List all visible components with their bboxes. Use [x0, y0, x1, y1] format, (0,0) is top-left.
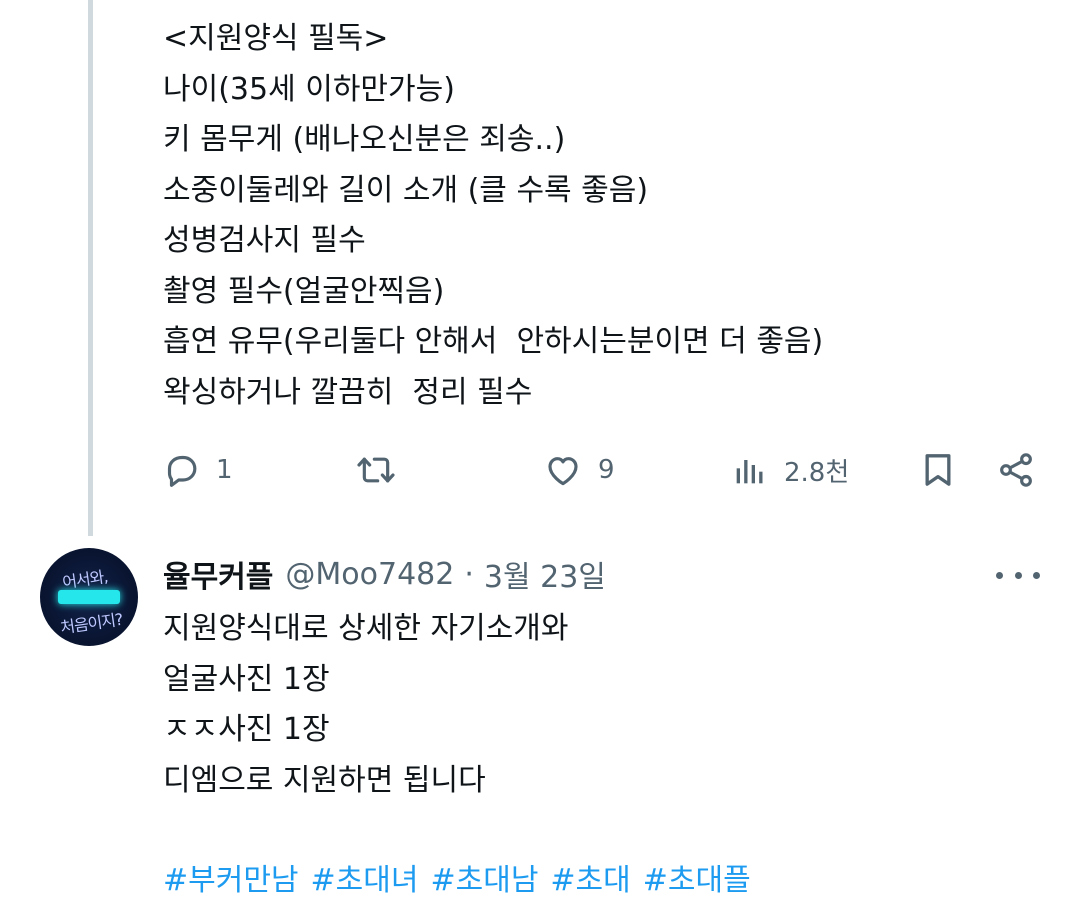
more-dot [996, 571, 1003, 579]
tweet-text: <지원양식 필독> 나이(35세 이하만가능) 키 몸무게 (배나오신분은 죄송… [163, 14, 1043, 418]
tweet-line: 흡연 유무(우리둘다 안해서 안하시는분이면 더 좋음) [163, 324, 824, 359]
tweet-action-bar: 1 9 2.8천 [160, 444, 1050, 496]
tweet-line: 촬영 필수(얼굴안찍음) [163, 273, 445, 309]
avatar[interactable]: 어서와, 처음이지? [40, 548, 138, 646]
share-button[interactable] [996, 444, 1036, 496]
hashtag-link[interactable]: #부커만남 [163, 855, 299, 899]
like-button[interactable]: 9 [542, 444, 615, 496]
views-icon [730, 450, 770, 490]
retweet-button[interactable] [354, 444, 412, 496]
avatar-text-top: 어서와, [61, 566, 109, 593]
views-button[interactable]: 2.8천 [730, 444, 849, 496]
tweet-text: 지원양식대로 상세한 자기소개와 얼굴사진 1장 ㅈㅈ사진 1장 디엠으로 지원… [163, 604, 1043, 806]
tweet-line: 얼굴사진 1장 [163, 661, 330, 697]
reply-button[interactable]: 1 [162, 444, 233, 496]
more-icon[interactable] [996, 558, 1040, 592]
tweet-line: 지원양식대로 상세한 자기소개와 [163, 611, 569, 646]
bookmark-icon [918, 450, 958, 490]
header-separator: · [464, 556, 474, 592]
retweet-icon [354, 450, 398, 490]
bookmark-button[interactable] [918, 444, 958, 496]
hashtag-link[interactable]: #초대 [550, 855, 630, 899]
share-icon [996, 450, 1036, 490]
hashtag-link[interactable]: #초대남 [430, 855, 538, 899]
thread-connector-line [88, 0, 93, 536]
tweet-line: 왁싱하거나 깔끔히 정리 필수 [163, 374, 533, 410]
tweet-line: 디엠으로 지원하면 됩니다 [163, 762, 486, 798]
like-count: 9 [598, 455, 615, 485]
display-name[interactable]: 율무커플 [163, 552, 273, 596]
reply-count: 1 [216, 455, 233, 485]
tweet-line: 키 몸무게 (배나오신분은 죄송..) [163, 122, 566, 157]
reply-icon [162, 450, 202, 490]
hashtag-link[interactable]: #초대녀 [311, 855, 419, 899]
hashtag-link[interactable]: #초대플 [643, 855, 751, 899]
views-count: 2.8천 [784, 457, 850, 488]
like-icon [542, 450, 584, 490]
tweet-line: 나이(35세 이하만가능) [163, 71, 455, 107]
avatar-accent-bar [58, 590, 120, 604]
hashtag-list: #부커만남 #초대녀 #초대남 #초대 #초대플 [163, 852, 763, 902]
more-dot [1014, 571, 1022, 579]
tweet-header: 율무커플 @Moo7482 · 3월 23일 [163, 552, 606, 596]
tweet-line: ㅈㅈ사진 1장 [163, 712, 330, 747]
more-dot [1033, 571, 1040, 579]
tweet-line: <지원양식 필독> [163, 21, 389, 56]
tweet-line: 소중이둘레와 길이 소개 (클 수록 좋음) [163, 172, 649, 208]
avatar-text-bottom: 처음이지? [59, 609, 124, 638]
tweet-line: 성병검사지 필수 [163, 223, 366, 258]
user-handle[interactable]: @Moo7482 [285, 557, 454, 592]
tweet-date[interactable]: 3월 23일 [484, 552, 606, 596]
